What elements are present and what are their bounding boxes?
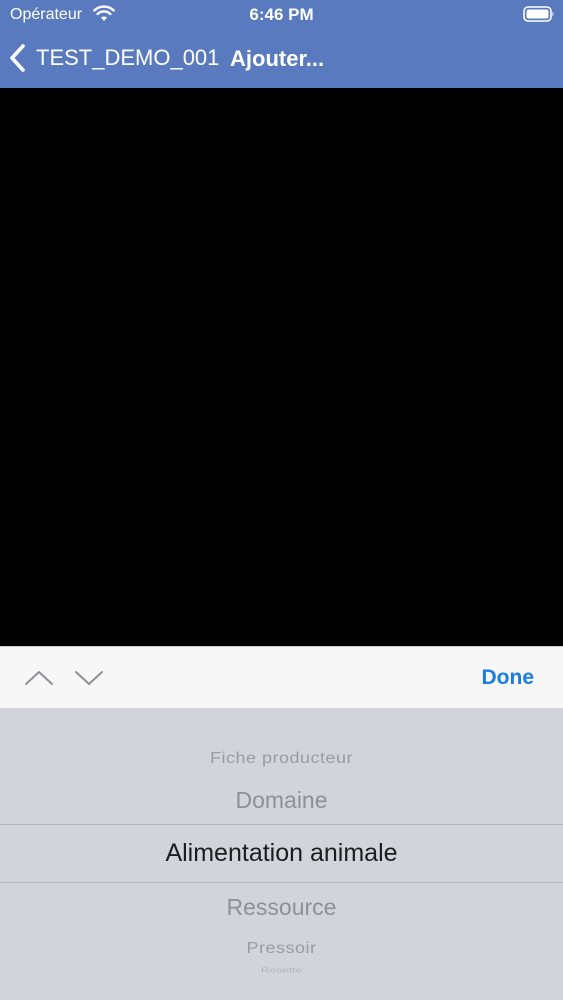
keyboard-accessory-toolbar: Done [0, 646, 563, 708]
picker-option[interactable]: Pressoir [0, 940, 563, 958]
chevron-down-icon[interactable] [70, 665, 108, 691]
picker-selection-bottom-line [0, 882, 563, 883]
wifi-icon [93, 5, 115, 21]
screen: Opérateur 6:46 PM TEST_DEMO_001 Ajouter.… [0, 0, 563, 1000]
picker-option[interactable]: Rosette [0, 966, 563, 974]
chevron-left-icon [10, 44, 25, 72]
back-label: TEST_DEMO_001 [36, 45, 220, 70]
picker-option[interactable]: Domaine [0, 787, 563, 814]
status-time: 6:46 PM [249, 5, 314, 24]
picker-wheel[interactable]: Fiche producteur Domaine Alimentation an… [0, 708, 563, 1000]
done-button[interactable]: Done [482, 666, 535, 690]
status-bar: Opérateur 6:46 PM [0, 0, 563, 30]
navigation-bar: TEST_DEMO_001 Ajouter... [0, 30, 563, 88]
back-button[interactable]: TEST_DEMO_001 [8, 41, 219, 75]
picker-option-selected[interactable]: Alimentation animale [0, 839, 563, 868]
content-area [0, 88, 563, 646]
chevron-up-icon[interactable] [20, 665, 58, 691]
picker-option[interactable]: Ressource [0, 894, 563, 921]
picker-option[interactable]: Fiche producteur [0, 750, 563, 768]
battery-icon [523, 6, 554, 22]
header: Opérateur 6:46 PM TEST_DEMO_001 Ajouter.… [0, 0, 563, 88]
picker-selection-top-line [0, 824, 563, 825]
carrier-label: Opérateur [10, 6, 83, 23]
page-title: Ajouter... [230, 46, 325, 71]
